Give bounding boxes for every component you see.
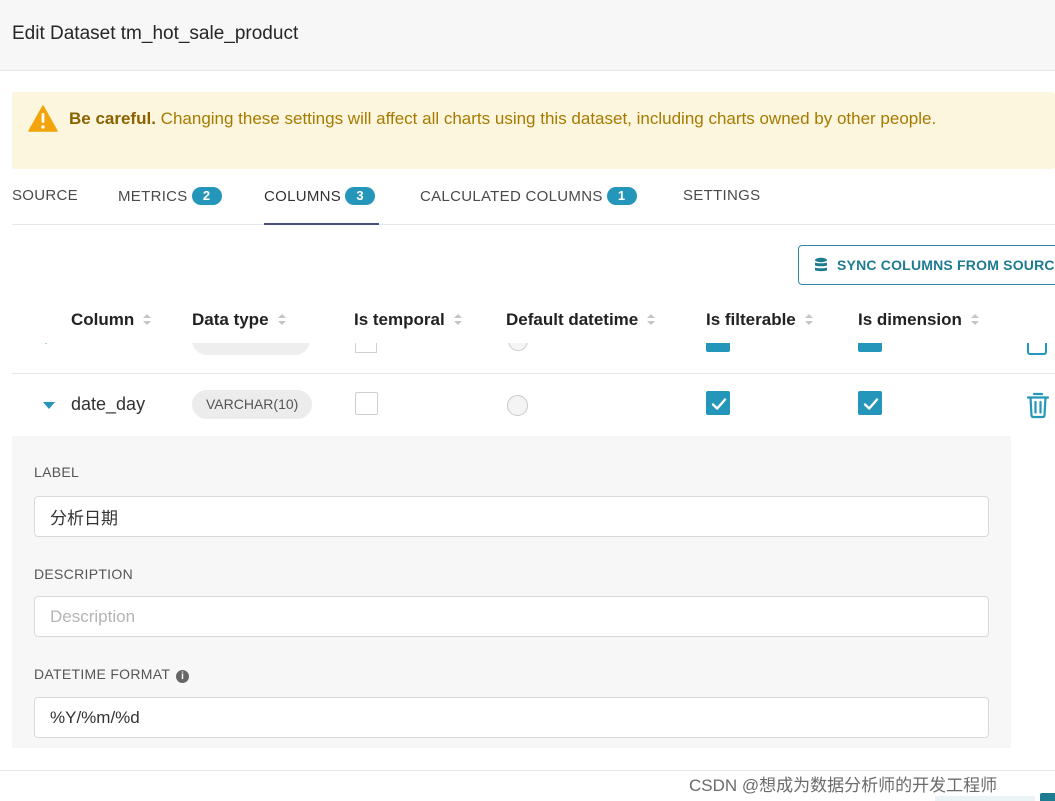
checkbox-checked[interactable]	[858, 343, 882, 352]
datetime-format-input[interactable]	[34, 697, 989, 738]
is-filterable-checkbox[interactable]	[706, 391, 730, 415]
checkbox[interactable]	[355, 343, 377, 353]
sort-icon	[970, 314, 979, 326]
column-header-column[interactable]: Column	[71, 310, 152, 330]
info-icon[interactable]: i	[176, 670, 190, 683]
warning-message: Changing these settings will affect all …	[160, 109, 937, 128]
count-badge: 1	[606, 187, 637, 205]
tab-label: COLUMNS	[264, 188, 342, 205]
modal-title: Edit Dataset tm_hot_sale_product	[12, 23, 299, 44]
radio-button[interactable]	[508, 343, 528, 351]
sort-icon	[453, 314, 462, 326]
sort-icon	[143, 314, 152, 326]
checkbox-checked[interactable]	[706, 343, 730, 352]
column-header-is-temporal[interactable]: Is temporal	[354, 310, 462, 330]
check-icon	[711, 398, 727, 410]
warning-icon	[28, 105, 58, 132]
column-header-data-type[interactable]: Data type	[192, 310, 286, 330]
count-badge: 2	[191, 187, 222, 205]
tab-columns[interactable]: COLUMNS 3	[264, 178, 379, 225]
trash-icon[interactable]	[1027, 343, 1047, 355]
database-icon	[815, 257, 827, 272]
chevron-down-icon	[42, 343, 50, 344]
tab-settings[interactable]: SETTINGS	[683, 178, 760, 225]
column-detail-panel: LABEL DESCRIPTION DATETIME FORMAT i	[12, 436, 1011, 748]
header-label: Column	[71, 310, 135, 329]
table-row: date_day VARCHAR(10)	[12, 374, 1055, 436]
modal-header: Edit Dataset tm_hot_sale_product	[0, 0, 1055, 71]
column-name: date_day	[71, 394, 146, 414]
tab-metrics[interactable]: METRICS 2	[118, 178, 222, 225]
table-row-clipped	[12, 343, 1055, 356]
sync-columns-button[interactable]: SYNC COLUMNS FROM SOURCE	[798, 245, 1055, 285]
tab-label: METRICS	[118, 188, 188, 205]
sync-columns-label: SYNC COLUMNS FROM SOURCE	[837, 257, 1055, 273]
watermark-text: CSDN @想成为数据分析师的开发工程师	[689, 776, 998, 795]
default-datetime-radio[interactable]	[507, 395, 528, 416]
warning-text: Be careful. Changing these settings will…	[69, 104, 1039, 133]
column-header-default-datetime[interactable]: Default datetime	[506, 310, 656, 330]
tab-calculated-columns[interactable]: CALCULATED COLUMNS 1	[420, 178, 637, 225]
sort-icon	[277, 314, 286, 326]
datetime-format-field-title: DATETIME FORMAT i	[34, 666, 190, 683]
count-badge: 3	[345, 187, 376, 205]
warning-strong: Be careful.	[69, 109, 156, 128]
is-dimension-checkbox[interactable]	[858, 391, 882, 415]
warning-alert: Be careful. Changing these settings will…	[12, 92, 1055, 169]
tab-bar: SOURCE METRICS 2 COLUMNS 3 CALCULATED COLU…	[12, 178, 1055, 225]
label-input[interactable]	[34, 496, 989, 537]
is-temporal-checkbox[interactable]	[355, 392, 378, 415]
description-input[interactable]	[34, 596, 989, 637]
header-label: Is dimension	[858, 310, 962, 329]
header-label: Data type	[192, 310, 269, 329]
column-header-is-dimension[interactable]: Is dimension	[858, 310, 979, 330]
tab-label: SOURCE	[12, 187, 78, 204]
description-field-title: DESCRIPTION	[34, 566, 133, 582]
chevron-down-icon[interactable]	[43, 402, 55, 409]
data-type-pill: VARCHAR(10)	[192, 390, 313, 419]
tab-source[interactable]: SOURCE	[12, 178, 78, 225]
sort-icon	[647, 314, 656, 326]
header-label: Is temporal	[354, 310, 445, 329]
footer-button-edge	[935, 796, 1035, 801]
tab-label: SETTINGS	[683, 187, 761, 204]
sort-icon	[804, 314, 813, 326]
label-field-title: LABEL	[34, 464, 80, 480]
header-label: Default datetime	[506, 310, 639, 329]
tab-label: CALCULATED COLUMNS	[420, 188, 603, 205]
column-header-is-filterable[interactable]: Is filterable	[706, 310, 813, 330]
trash-icon[interactable]	[1025, 391, 1051, 419]
datetime-format-label: DATETIME FORMAT	[34, 666, 171, 682]
check-icon	[863, 398, 879, 410]
header-label: Is filterable	[706, 310, 796, 329]
footer-button-edge	[1040, 793, 1055, 801]
type-pill	[192, 343, 310, 355]
